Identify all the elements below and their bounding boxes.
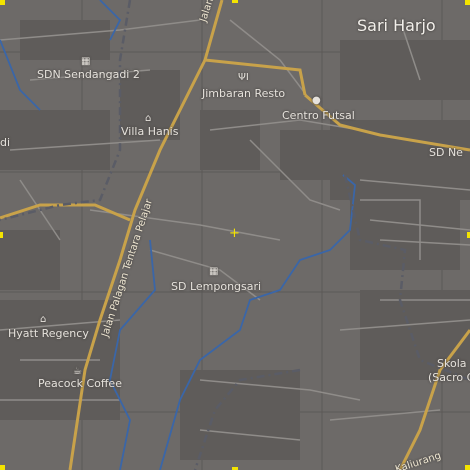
poi-label-sd-lempongsari[interactable]: SD Lempongsari (171, 281, 261, 293)
poi-label-sacro[interactable]: (Sacro C (428, 372, 470, 384)
poi-label-sdn-sendangadi[interactable]: SDN Sendangadi 2 (37, 69, 140, 81)
school-icon[interactable]: ▦ (81, 56, 90, 68)
poi-label-skola[interactable]: Skola (437, 358, 467, 370)
frame-corner-top-right (465, 0, 470, 5)
poi-label-centro-futsal[interactable]: Centro Futsal (282, 110, 355, 122)
frame-corner-bottom-right (465, 465, 470, 470)
poi-label-sd-ne[interactable]: SD Ne (429, 147, 463, 159)
hotel-icon[interactable]: ⌂ (40, 314, 46, 326)
restaurant-icon[interactable]: ΨΙ (238, 72, 249, 84)
poi-label-hyatt-regency[interactable]: Hyatt Regency (8, 328, 89, 340)
frame-edge-left (0, 232, 3, 238)
poi-label-villa-hanis[interactable]: Villa Hanis (121, 126, 178, 138)
frame-corner-top-left (0, 0, 5, 5)
poi-label-jimbaran-resto[interactable]: Jimbaran Resto (202, 88, 285, 100)
hotel-icon[interactable]: ⌂ (145, 113, 151, 125)
frame-edge-top (232, 0, 238, 3)
frame-corner-bottom-left (0, 465, 5, 470)
crosshair-icon: + (229, 226, 240, 241)
map-view[interactable]: ▦ ⌂ ΨΙ ● ▦ ⌂ ☕ Sari Harjo SDN Sendangadi… (0, 0, 470, 470)
town-label: Sari Harjo (357, 16, 436, 35)
sports-icon[interactable]: ● (312, 95, 321, 107)
school-icon[interactable]: ▦ (209, 266, 218, 278)
poi-label-peacock-coffee[interactable]: Peacock Coffee (38, 378, 122, 390)
place-label-edge: di (0, 136, 11, 149)
